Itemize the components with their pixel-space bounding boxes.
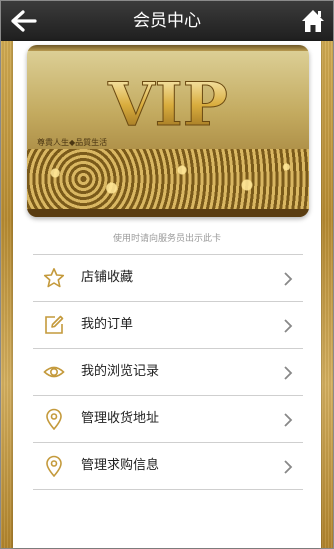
home-button[interactable] (299, 7, 327, 35)
chevron-right-icon (283, 271, 293, 286)
menu-item-history[interactable]: 我的浏览记录 (33, 349, 303, 396)
menu-item-purchase-requests[interactable]: 管理求购信息 (33, 443, 303, 490)
card-bottom-strip (27, 209, 309, 217)
app-frame: 会员中心 VIP 尊貴人生◆品質生活 使用时请向服务员出示此卡 店铺收藏 我的订… (0, 0, 334, 549)
edit-icon (43, 314, 65, 336)
vip-logo: VIP (27, 59, 309, 143)
menu-item-label: 管理收货地址 (81, 411, 160, 426)
location-pin-icon (43, 455, 65, 478)
vip-card: VIP 尊貴人生◆品質生活 (27, 45, 309, 217)
menu-item-address[interactable]: 管理收货地址 (33, 396, 303, 443)
menu-item-label: 我的浏览记录 (81, 364, 160, 379)
menu-item-label: 我的订单 (81, 317, 134, 332)
chevron-right-icon (283, 412, 293, 427)
card-slogan: 尊貴人生◆品質生活 (37, 138, 108, 147)
vip-text: VIP (107, 70, 228, 139)
star-icon (43, 267, 65, 289)
member-menu: 店铺收藏 我的订单 我的浏览记录 管理收货地址 管理求购信息 (33, 254, 303, 490)
header-bar: 会员中心 (1, 1, 333, 41)
card-usage-hint: 使用时请向服务员出示此卡 (112, 234, 221, 244)
menu-item-favorites[interactable]: 店铺收藏 (33, 254, 303, 302)
chevron-right-icon (283, 365, 293, 380)
menu-item-label: 管理求购信息 (81, 458, 160, 473)
eye-icon (43, 361, 65, 383)
card-lace-pattern (27, 149, 309, 209)
page-title: 会员中心 (133, 11, 201, 31)
chevron-right-icon (283, 318, 293, 333)
chevron-right-icon (283, 459, 293, 474)
menu-item-orders[interactable]: 我的订单 (33, 302, 303, 349)
home-icon (302, 10, 324, 32)
menu-item-label: 店铺收藏 (81, 270, 134, 285)
location-pin-icon (43, 408, 65, 431)
card-top-strip (27, 45, 309, 51)
